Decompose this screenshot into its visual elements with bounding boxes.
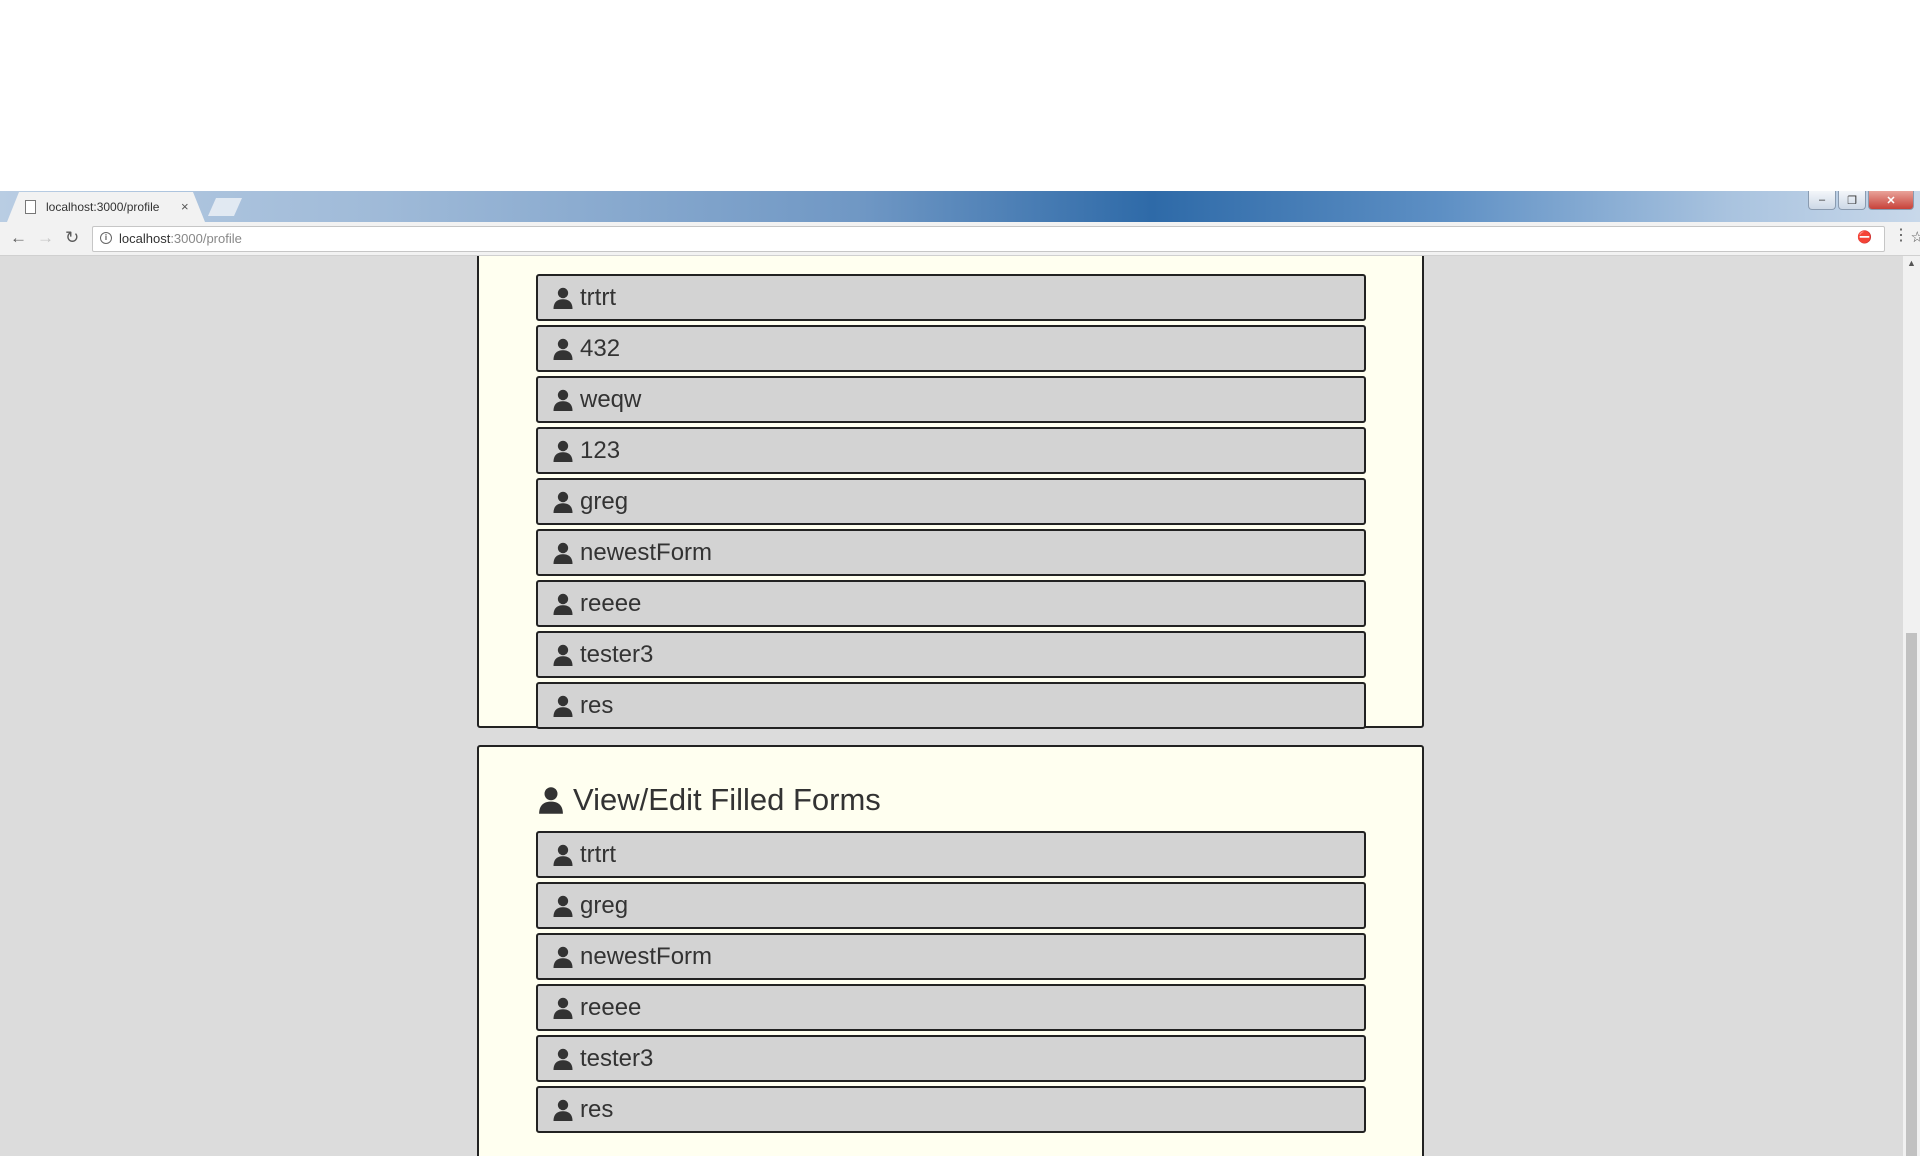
user-icon [553,997,573,1019]
user-icon [553,491,573,513]
bookmark-star-icon[interactable]: ☆ [1911,228,1920,246]
browser-toolbar: ← → ↻ i localhost:3000/profile ⛔ ☆ ⋮ [0,222,1920,256]
item-label: 123 [580,436,621,464]
item-label: trtrt [580,283,616,311]
forward-arrow-icon[interactable]: → [37,228,54,248]
user-icon [553,440,573,462]
forms-panel: trtrt 432 weqw 123 greg newestForm reeee tester… [477,256,1424,729]
tab-close-icon[interactable]: × [181,199,189,214]
browser-window: localhost:3000/profile × – ❐ ✕ ← → ↻ i l… [0,191,1920,1156]
scrollbar-thumb[interactable] [1906,633,1917,1156]
list-item[interactable]: 432 [536,325,1366,372]
item-label: newestForm [580,538,713,566]
close-window-button[interactable]: ✕ [1868,191,1914,210]
translate-icon[interactable]: ⛔ [1857,230,1872,244]
page-viewport: trtrt 432 weqw 123 greg newestForm reeee tester… [0,256,1903,1156]
filled-forms-heading: View/Edit Filled Forms [536,782,881,818]
user-icon [553,338,573,360]
minimize-button[interactable]: – [1808,191,1836,210]
address-bar[interactable]: i localhost:3000/profile ⛔ ☆ [92,226,1920,252]
item-label: 432 [580,334,621,362]
list-item[interactable]: greg [536,478,1366,525]
list-item[interactable]: tester3 [536,631,1366,678]
browser-tab[interactable]: localhost:3000/profile × [7,192,205,222]
user-icon [553,644,573,666]
tab-title: localhost:3000/profile [46,200,160,214]
item-label: trtrt [580,840,616,868]
item-label: newestForm [580,942,713,970]
user-icon [553,946,573,968]
list-item[interactable]: greg [536,882,1366,929]
item-label: reeee [580,993,642,1021]
tab-strip: localhost:3000/profile × – ❐ ✕ [0,191,1920,222]
list-item[interactable]: 123 [536,427,1366,474]
user-icon [553,895,573,917]
item-label: greg [580,487,629,515]
list-item[interactable]: trtrt [536,274,1366,321]
user-icon [553,287,573,309]
item-label: res [580,1095,614,1123]
list-item[interactable]: newestForm [536,933,1366,980]
item-label: greg [580,891,629,919]
filled-forms-panel: View/Edit Filled Forms trtrt greg newestFo… [477,745,1424,1156]
filled-forms-list: trtrt greg newestForm reeee tester3 res [536,831,1366,1137]
window-controls: – ❐ ✕ [1808,191,1914,210]
user-icon [553,389,573,411]
reload-icon[interactable]: ↻ [65,228,79,248]
user-icon [539,787,563,814]
item-label: weqw [580,385,642,413]
list-item[interactable]: res [536,682,1366,729]
item-label: tester3 [580,1044,654,1072]
item-label: res [580,691,614,719]
scroll-up-icon[interactable]: ▲ [1907,258,1916,268]
panel-title: View/Edit Filled Forms [573,782,881,817]
list-item[interactable]: reeee [536,984,1366,1031]
list-item[interactable]: reeee [536,580,1366,627]
user-icon [553,593,573,615]
list-item[interactable]: newestForm [536,529,1366,576]
item-label: tester3 [580,640,654,668]
list-item[interactable]: trtrt [536,831,1366,878]
forms-list: trtrt 432 weqw 123 greg newestForm reeee tester… [536,274,1366,733]
vertical-scrollbar[interactable]: ▲ [1903,256,1920,1156]
user-icon [553,695,573,717]
user-icon [553,1048,573,1070]
url-path: :3000/profile [170,231,242,246]
list-item[interactable]: res [536,1086,1366,1133]
restore-button[interactable]: ❐ [1838,191,1866,210]
list-item[interactable]: tester3 [536,1035,1366,1082]
item-label: reeee [580,589,642,617]
back-arrow-icon[interactable]: ← [10,228,27,248]
list-item[interactable]: weqw [536,376,1366,423]
address-url: localhost:3000/profile [119,231,242,246]
user-icon [553,1099,573,1121]
menu-icon[interactable]: ⋮ [1893,228,1909,244]
url-host: localhost [119,231,171,246]
site-info-icon[interactable]: i [100,232,112,244]
new-tab-button[interactable] [208,198,242,216]
user-icon [553,844,573,866]
user-icon [553,542,573,564]
page-icon [25,200,36,214]
